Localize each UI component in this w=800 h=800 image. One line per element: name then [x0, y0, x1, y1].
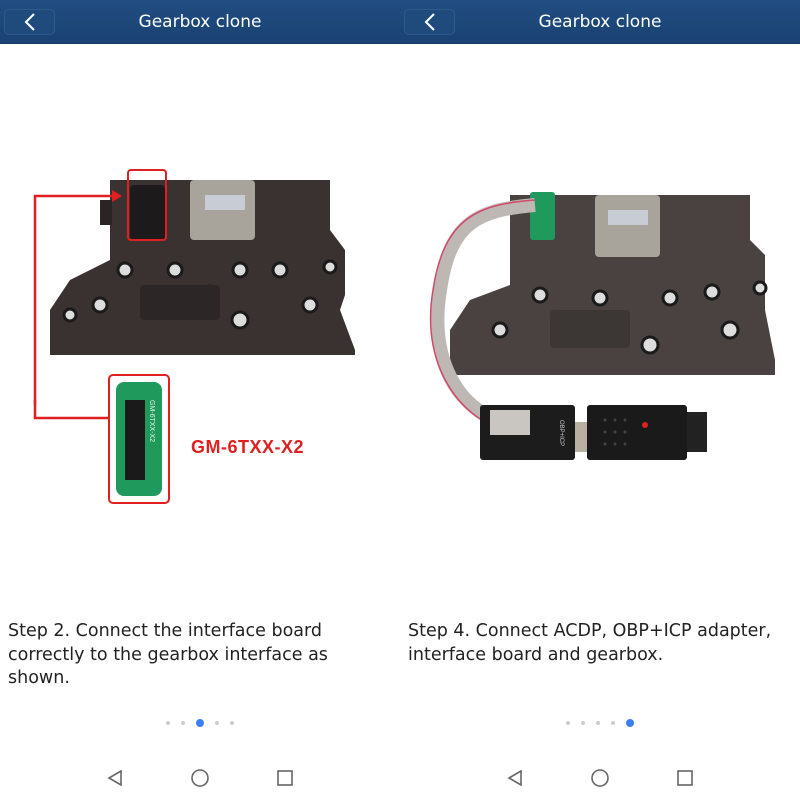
screen-step-4: Gearbox clone OBP+ICP Step 4. Connect AC…: [400, 0, 800, 800]
page-dot-2[interactable]: [181, 721, 185, 725]
gearbox-adapter-photo: OBP+ICP: [429, 192, 775, 460]
nav-back-button[interactable]: [500, 766, 530, 790]
page-dot-5-active[interactable]: [626, 719, 634, 727]
obp-icp-adapter: OBP+ICP: [480, 405, 575, 460]
acdp-device: [575, 405, 707, 460]
system-navbar: [0, 758, 400, 800]
page-dot-3-active[interactable]: [196, 719, 204, 727]
home-circle-icon: [591, 769, 609, 787]
nav-recents-button[interactable]: [270, 766, 300, 790]
page-indicator: [400, 718, 800, 728]
back-triangle-icon: [107, 769, 122, 787]
page-dot-2[interactable]: [581, 721, 585, 725]
page-indicator: [0, 718, 400, 728]
app-header: Gearbox clone: [400, 0, 800, 44]
screen-step-2: Gearbox clone GM-6TXX-X2 GM-6TXX-X2 Step…: [0, 0, 400, 800]
recents-square-icon: [277, 770, 293, 786]
step-caption: Step 4. Connect ACDP, OBP+ICP adapter, i…: [408, 621, 772, 665]
page-dot-5[interactable]: [230, 721, 234, 725]
app-header: Gearbox clone: [0, 0, 400, 44]
step-caption: Step 2. Connect the interface board corr…: [8, 621, 328, 688]
page-title: Gearbox clone: [538, 12, 662, 32]
page-dot-1[interactable]: [566, 721, 570, 725]
home-circle-icon: [191, 769, 209, 787]
nav-home-button[interactable]: [585, 766, 615, 790]
page-dot-4[interactable]: [215, 721, 219, 725]
nav-home-button[interactable]: [185, 766, 215, 790]
page-dot-1[interactable]: [166, 721, 170, 725]
recents-square-icon: [677, 770, 693, 786]
system-navbar: [400, 758, 800, 800]
page-title: Gearbox clone: [138, 12, 262, 32]
back-triangle-icon: [507, 769, 522, 787]
gearbox-body: [450, 192, 775, 375]
page-dot-4[interactable]: [611, 721, 615, 725]
board-label: GM-6TXX-X2: [191, 437, 305, 457]
page-dot-3[interactable]: [596, 721, 600, 725]
board-silkscreen: GM-6TXX-X2: [148, 400, 155, 442]
gearbox-body: [50, 180, 355, 355]
nav-recents-button[interactable]: [670, 766, 700, 790]
svg-text:OBP+ICP: OBP+ICP: [558, 420, 564, 446]
nav-back-button[interactable]: [100, 766, 130, 790]
